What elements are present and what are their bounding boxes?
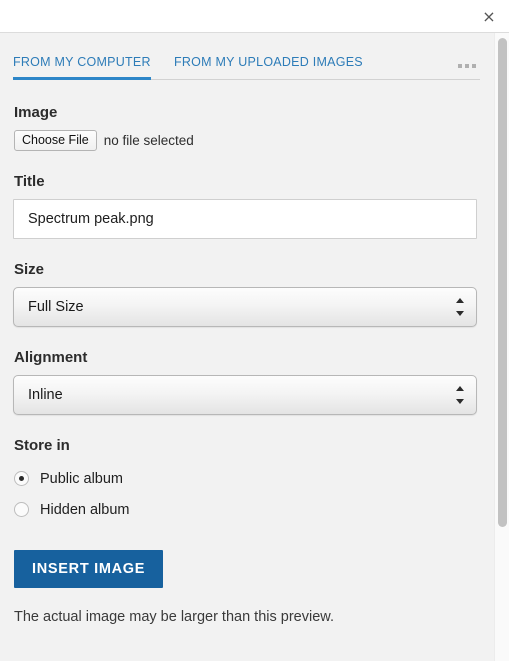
vertical-scrollbar-track[interactable] bbox=[494, 33, 509, 661]
vertical-scrollbar-thumb[interactable] bbox=[498, 38, 507, 527]
size-select[interactable]: Full Size bbox=[13, 287, 477, 327]
alignment-section-label: Alignment bbox=[14, 349, 88, 366]
preview-note-text: The actual image may be larger than this… bbox=[14, 609, 334, 625]
title-input[interactable] bbox=[13, 199, 477, 239]
tab-from-my-computer[interactable]: FROM MY COMPUTER bbox=[13, 55, 151, 80]
store-in-section-label: Store in bbox=[14, 437, 70, 454]
dot-2 bbox=[465, 64, 469, 68]
insert-image-form: Image Choose File no file selected Title… bbox=[0, 104, 494, 625]
size-section-label: Size bbox=[14, 261, 45, 278]
title-section-label: Title bbox=[14, 173, 45, 190]
choose-file-button[interactable]: Choose File bbox=[14, 130, 97, 151]
radio-label-hidden-album: Hidden album bbox=[40, 501, 130, 518]
radio-icon-checked[interactable] bbox=[14, 471, 29, 486]
dialog-scroll-content: FROM MY COMPUTER FROM MY UPLOADED IMAGES… bbox=[0, 33, 494, 661]
alignment-select[interactable]: Inline bbox=[13, 375, 477, 415]
dot-1 bbox=[458, 64, 462, 68]
dot-3 bbox=[472, 64, 476, 68]
radio-label-public-album: Public album bbox=[40, 470, 124, 487]
file-picker-row: Choose File no file selected bbox=[14, 130, 480, 151]
image-section-label: Image bbox=[14, 104, 58, 121]
insert-image-button[interactable]: INSERT IMAGE bbox=[14, 550, 164, 588]
tab-bar: FROM MY COMPUTER FROM MY UPLOADED IMAGES bbox=[13, 33, 480, 80]
alignment-select-value[interactable]: Inline bbox=[13, 375, 477, 415]
radio-option-public-album[interactable]: Public album bbox=[14, 463, 480, 494]
no-file-selected-text: no file selected bbox=[103, 133, 194, 148]
radio-option-hidden-album[interactable]: Hidden album bbox=[14, 494, 480, 525]
dialog-titlebar: × bbox=[0, 0, 509, 33]
radio-icon-unchecked[interactable] bbox=[14, 502, 29, 517]
size-select-value[interactable]: Full Size bbox=[13, 287, 477, 327]
insert-image-dialog: × FROM MY COMPUTER FROM MY UPLOADED IMAG… bbox=[0, 0, 509, 661]
overflow-menu-icon[interactable] bbox=[458, 64, 476, 68]
tab-from-my-uploaded-images[interactable]: FROM MY UPLOADED IMAGES bbox=[174, 55, 363, 79]
close-icon[interactable]: × bbox=[478, 6, 500, 28]
